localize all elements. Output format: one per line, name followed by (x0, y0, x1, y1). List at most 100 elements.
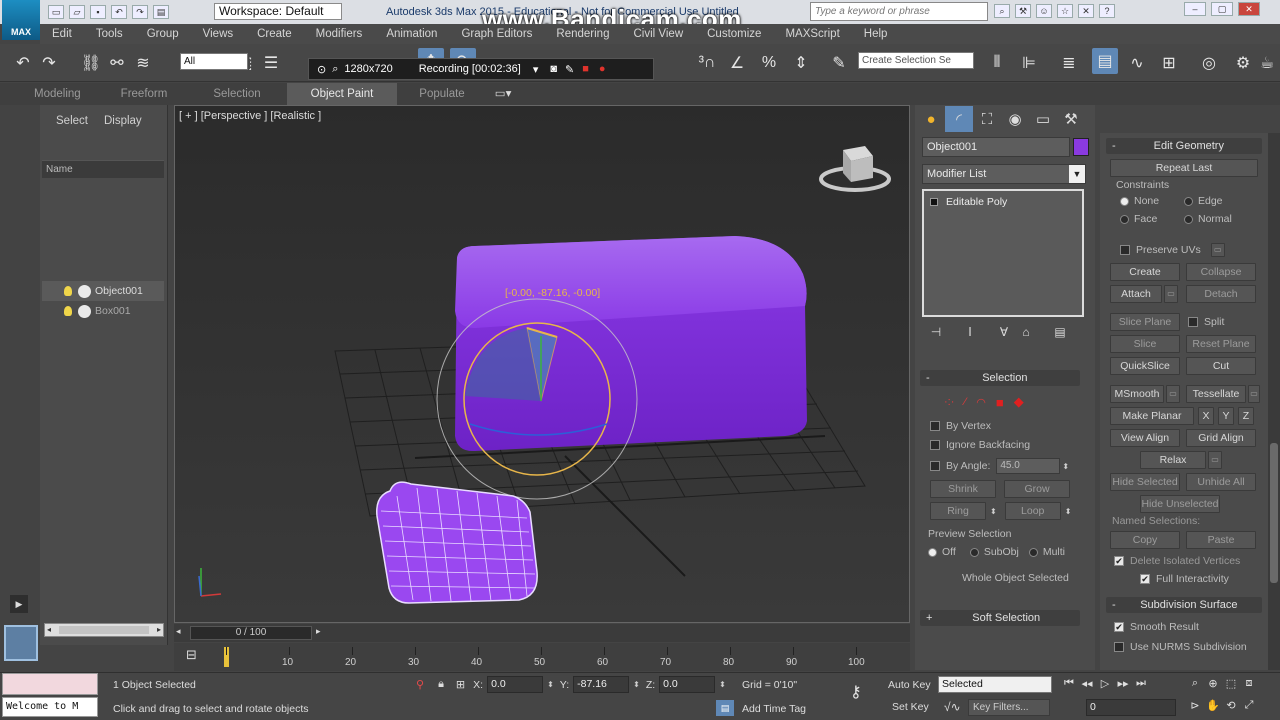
list-item[interactable]: Object001 (42, 281, 164, 301)
undo-icon[interactable]: ↶ (111, 5, 127, 19)
msmooth-button[interactable]: MSmooth (1110, 385, 1164, 403)
selection-rollout-header[interactable]: - Selection (920, 370, 1080, 386)
menu-create[interactable]: Create (245, 24, 304, 44)
track-bar[interactable]: ⊟ 10 20 30 40 50 60 70 80 90 100 (174, 643, 910, 671)
maxscript-listener-input[interactable] (2, 673, 98, 695)
explorer-column-header[interactable]: Name (42, 160, 164, 178)
attach-button[interactable]: Attach (1110, 285, 1162, 303)
object-name-field[interactable]: Object001 (922, 137, 1070, 157)
field-of-view-icon[interactable]: ⊳ (1186, 699, 1204, 715)
tessellate-button[interactable]: Tessellate (1186, 385, 1246, 403)
repeat-last-button[interactable]: Repeat Last (1110, 159, 1258, 177)
constraint-normal-radio[interactable] (1184, 214, 1193, 224)
panel-scrollbar[interactable] (1268, 133, 1280, 670)
subdivision-surface-header[interactable]: - Subdivision Surface (1106, 597, 1262, 613)
auto-key-button[interactable]: Auto Key (888, 679, 931, 691)
tessellate-settings-icon[interactable]: ▭ (1248, 385, 1260, 403)
pencil-icon[interactable]: ✎ (565, 63, 574, 76)
explorer-tab-select[interactable]: Select (48, 115, 96, 127)
perspective-viewport[interactable]: [ + ] [Perspective ] [Realistic ] [-0.00… (174, 105, 910, 623)
make-planar-button[interactable]: Make Planar (1110, 407, 1194, 425)
x-coordinate-input[interactable]: 0.0 (487, 676, 544, 693)
app-logo[interactable]: MAX (2, 0, 40, 40)
material-editor-icon[interactable]: ◎ (1196, 50, 1222, 76)
minimize-icon[interactable]: – (1184, 2, 1206, 16)
curve-editor-icon[interactable]: ∿ (1124, 50, 1150, 76)
lock-icon[interactable]: 🔒︎ (438, 678, 444, 691)
quickslice-button[interactable]: QuickSlice (1110, 357, 1180, 375)
msmooth-settings-icon[interactable]: ▭ (1166, 385, 1180, 403)
relax-settings-icon[interactable]: ▭ (1208, 451, 1222, 469)
prev-frame-icon[interactable]: ◂ (176, 626, 181, 637)
new-file-icon[interactable]: ▭ (48, 5, 64, 19)
grow-button[interactable]: Grow (1004, 480, 1070, 498)
light-bulb-icon[interactable] (64, 286, 72, 296)
unlink-icon[interactable]: ⚯ (104, 50, 130, 76)
y-coordinate-input[interactable]: -87.16 (573, 676, 630, 693)
stack-item-editable-poly[interactable]: Editable Poly (924, 193, 1082, 211)
scrollbar-thumb[interactable] (1270, 443, 1278, 583)
tools-icon[interactable]: ⚒ (1015, 4, 1031, 18)
schematic-view-icon[interactable]: ⊞ (1156, 50, 1182, 76)
polygon-icon[interactable]: ■ (996, 395, 1004, 410)
list-item[interactable]: Box001 (42, 301, 164, 321)
current-frame-input[interactable]: 0 (1086, 699, 1176, 716)
menu-modifiers[interactable]: Modifiers (304, 24, 375, 44)
project-folder-icon[interactable]: ▤ (153, 5, 169, 19)
object-color-swatch[interactable] (1073, 138, 1089, 156)
zoom-all-icon[interactable]: ⊕ (1204, 677, 1222, 693)
time-tag-icon[interactable]: ▤ (716, 700, 734, 716)
preview-off-radio[interactable] (928, 547, 937, 557)
use-nurms-checkbox[interactable] (1114, 642, 1124, 652)
create-tab-icon[interactable]: ● (917, 106, 945, 132)
motion-tab-icon[interactable]: ◉ (1001, 106, 1029, 132)
horizontal-scrollbar[interactable]: ◂ ▸ (44, 623, 164, 637)
x-spinner-icon[interactable]: ⬍ (547, 680, 554, 689)
full-interactivity-checkbox[interactable]: ✔ (1140, 574, 1150, 584)
menu-maxscript[interactable]: MAXScript (773, 24, 851, 44)
percent-snap-icon[interactable]: % (756, 50, 782, 76)
absolute-mode-icon[interactable]: ⊞ (456, 678, 465, 691)
graphite-toolset-icon[interactable]: ▤ (1092, 48, 1118, 74)
visibility-icon[interactable] (78, 304, 91, 318)
next-frame-icon[interactable]: ▸ (316, 626, 321, 637)
configure-modifier-sets-icon[interactable]: ▤ (1046, 325, 1074, 339)
edge-icon[interactable]: ⁄ (964, 396, 966, 408)
light-bulb-icon[interactable] (64, 306, 72, 316)
menu-views[interactable]: Views (191, 24, 245, 44)
shrink-button[interactable]: Shrink (930, 480, 996, 498)
view-align-button[interactable]: View Align (1110, 429, 1180, 447)
set-key-button[interactable]: Set Key (892, 701, 929, 713)
explorer-tab-display[interactable]: Display (96, 115, 150, 127)
selection-filter-dropdown[interactable]: All (180, 53, 248, 70)
redo-icon[interactable]: ↷ (36, 50, 62, 76)
next-frame-icon[interactable]: ▸▸ (1114, 677, 1132, 693)
grid-align-button[interactable]: Grid Align (1186, 429, 1256, 447)
reset-plane-button[interactable]: Reset Plane (1186, 335, 1256, 353)
mesh-object[interactable] (376, 481, 538, 604)
hierarchy-tab-icon[interactable]: ⛶ (973, 106, 1001, 132)
menu-animation[interactable]: Animation (374, 24, 449, 44)
y-spinner-icon[interactable]: ⬍ (633, 680, 640, 689)
save-file-icon[interactable]: ▪ (90, 5, 106, 19)
ribbon-tab-object-paint[interactable]: Object Paint (286, 83, 398, 105)
relax-button[interactable]: Relax (1140, 451, 1206, 469)
snaps-toggle-icon[interactable]: ³∩ (694, 50, 720, 76)
bind-space-warp-icon[interactable]: ≋ (130, 50, 156, 76)
ribbon-options-icon[interactable]: ▭▾ (487, 83, 520, 105)
ribbon-tab-selection[interactable]: Selection (187, 83, 286, 105)
modifier-list-dropdown[interactable]: Modifier List (922, 164, 1086, 184)
detach-button[interactable]: Detach (1186, 285, 1256, 303)
redo-icon[interactable]: ↷ (132, 5, 148, 19)
isolate-icon[interactable]: ⚲ (416, 678, 424, 691)
slice-plane-button[interactable]: Slice Plane (1110, 313, 1180, 331)
user-icon[interactable]: ☺ (1036, 4, 1052, 18)
preserve-uvs-settings-icon[interactable]: ▭ (1210, 243, 1225, 257)
cut-button[interactable]: Cut (1186, 357, 1256, 375)
chevron-down-icon[interactable]: ▼ (1069, 165, 1085, 183)
spinner-snap-icon[interactable]: ⇕ (788, 50, 814, 76)
maximize-viewport-icon[interactable]: ⤢ (1240, 699, 1258, 715)
viewport-layout-icon[interactable] (4, 625, 38, 661)
menu-tools[interactable]: Tools (84, 24, 135, 44)
unhide-all-button[interactable]: Unhide All (1186, 473, 1256, 491)
